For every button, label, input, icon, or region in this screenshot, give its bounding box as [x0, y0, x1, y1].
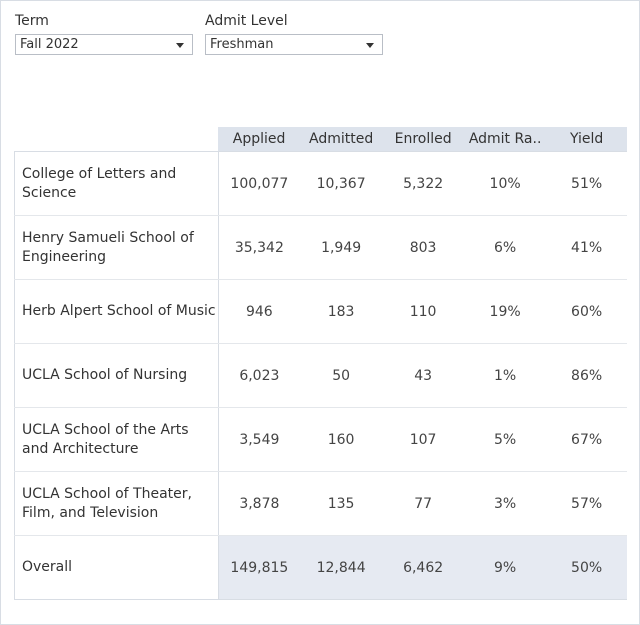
- table-cell: 110: [382, 279, 465, 344]
- table-cell: 35,342: [218, 215, 301, 280]
- row-header: UCLA School of Nursing: [14, 343, 219, 408]
- term-dropdown-value: Fall 2022: [20, 37, 79, 52]
- table-cell: 6,023: [218, 343, 301, 408]
- row-header: College of Letters and Science: [14, 151, 219, 216]
- table-cell: 160: [300, 407, 383, 472]
- table-row: College of Letters and Science 100,077 1…: [14, 151, 628, 216]
- row-header: UCLA School of Theater, Film, and Televi…: [14, 471, 219, 536]
- table-cell: 3,549: [218, 407, 301, 472]
- table-cell: 50%: [546, 535, 628, 600]
- admit-level-filter: Admit Level Freshman: [205, 11, 383, 55]
- table-cell: 803: [382, 215, 465, 280]
- term-filter: Term Fall 2022: [15, 11, 193, 55]
- row-header: Henry Samueli School of Engineering: [14, 215, 219, 280]
- term-dropdown[interactable]: Fall 2022: [15, 34, 193, 55]
- table-cell: 3%: [464, 471, 547, 536]
- table-row: Henry Samueli School of Engineering 35,3…: [14, 215, 628, 280]
- table-cell: 6,462: [382, 535, 465, 600]
- row-header: UCLA School of the Arts and Architecture: [14, 407, 219, 472]
- table-cell: 67%: [546, 407, 628, 472]
- column-header[interactable]: Admit Ra..: [464, 127, 547, 152]
- table-cell: 86%: [546, 343, 628, 408]
- table-cell: 135: [300, 471, 383, 536]
- table-cell: 43: [382, 343, 465, 408]
- table-row: Herb Alpert School of Music 946 183 110 …: [14, 279, 628, 344]
- overall-row: Overall 149,815 12,844 6,462 9% 50%: [14, 535, 628, 600]
- table-cell: 149,815: [218, 535, 301, 600]
- table-cell: 77: [382, 471, 465, 536]
- row-header: Overall: [14, 535, 219, 600]
- table-cell: 6%: [464, 215, 547, 280]
- row-header: Herb Alpert School of Music: [14, 279, 219, 344]
- table-cell: 5,322: [382, 151, 465, 216]
- admit-level-dropdown-value: Freshman: [210, 37, 274, 52]
- table-cell: 51%: [546, 151, 628, 216]
- table-cell: 183: [300, 279, 383, 344]
- column-header[interactable]: Admitted: [300, 127, 383, 152]
- column-header[interactable]: Enrolled: [382, 127, 465, 152]
- table-cell: 57%: [546, 471, 628, 536]
- table-cell: 100,077: [218, 151, 301, 216]
- admissions-table: Applied Admitted Enrolled Admit Ra.. Yie…: [14, 127, 628, 600]
- table-cell: 5%: [464, 407, 547, 472]
- chevron-down-icon: [176, 43, 184, 48]
- chevron-down-icon: [366, 43, 374, 48]
- column-header[interactable]: Yield: [546, 127, 628, 152]
- table-cell: 3,878: [218, 471, 301, 536]
- table-cell: 60%: [546, 279, 628, 344]
- table-cell: 1,949: [300, 215, 383, 280]
- table-row: UCLA School of the Arts and Architecture…: [14, 407, 628, 472]
- table-cell: 10%: [464, 151, 547, 216]
- table-corner: [15, 127, 219, 152]
- table-cell: 50: [300, 343, 383, 408]
- table-row: UCLA School of Theater, Film, and Televi…: [14, 471, 628, 536]
- table-header-row: Applied Admitted Enrolled Admit Ra.. Yie…: [15, 127, 628, 152]
- admit-level-filter-label: Admit Level: [205, 13, 288, 29]
- table-cell: 10,367: [300, 151, 383, 216]
- table-cell: 41%: [546, 215, 628, 280]
- table-cell: 946: [218, 279, 301, 344]
- table-cell: 9%: [464, 535, 547, 600]
- admit-level-dropdown[interactable]: Freshman: [205, 34, 383, 55]
- table-row: UCLA School of Nursing 6,023 50 43 1% 86…: [14, 343, 628, 408]
- table-cell: 19%: [464, 279, 547, 344]
- term-filter-label: Term: [15, 13, 49, 29]
- table-cell: 1%: [464, 343, 547, 408]
- table-cell: 12,844: [300, 535, 383, 600]
- column-header[interactable]: Applied: [218, 127, 301, 152]
- table-cell: 107: [382, 407, 465, 472]
